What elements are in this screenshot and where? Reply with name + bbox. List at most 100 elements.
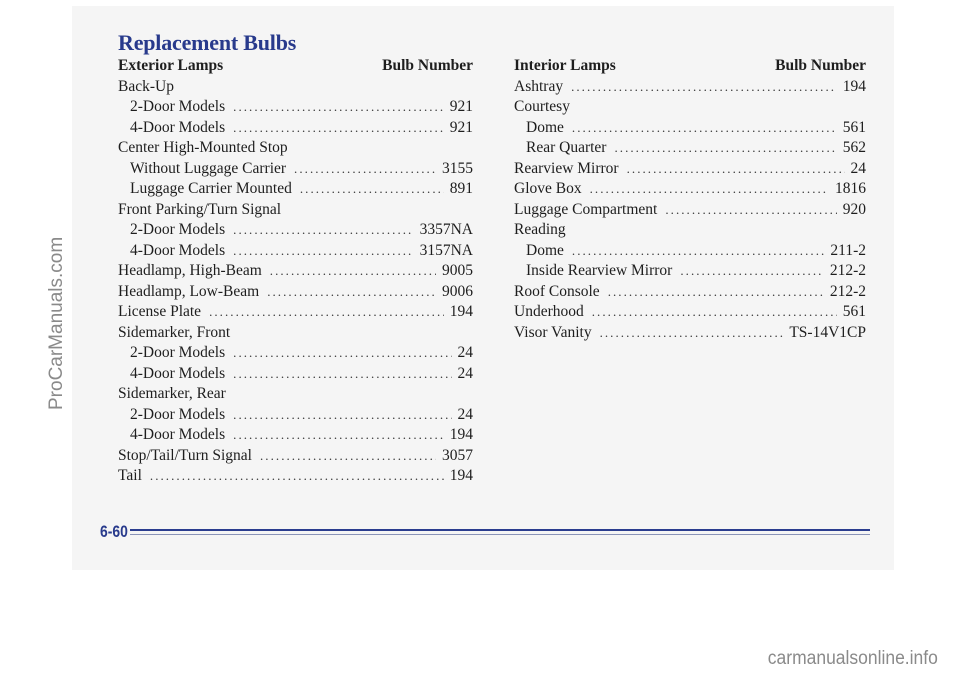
lamp-label: Ashtray [514,77,564,95]
dot-leader [627,159,845,180]
lamp-label: Luggage Compartment [514,200,658,218]
dot-leader [233,343,451,364]
table-row: Dome 211-2 [514,241,866,262]
lamp-label: Underhood [514,303,584,320]
exterior-bulb-number-heading: Bulb Number [382,57,473,74]
bulb-number: 194 [842,77,866,95]
table-row: Stop/Tail/Turn Signal 3057 [118,446,473,467]
lamp-label: Glove Box [514,180,582,197]
exterior-table-header: Exterior Lamps Bulb Number [118,56,473,77]
dot-leader [270,261,436,282]
bulb-number: 9005 [442,262,473,279]
table-row: 2-Door Models 24 [118,405,473,426]
bulb-number: TS-14V1CP [789,323,866,341]
lamp-label: Stop/Tail/Turn Signal [118,446,252,464]
footer-rule [130,527,870,537]
table-row: 2-Door Models 3357NA [118,220,473,241]
table-row: Roof Console 212-2 [514,282,866,303]
table-row: Inside Rearview Mirror 212-2 [514,261,866,282]
exterior-heading: Exterior Lamps [118,57,224,74]
lamp-label: 2-Door Models [130,405,226,423]
dot-leader [233,425,444,446]
dot-leader [233,364,451,385]
table-row: Headlamp, High-Beam 9005 [118,261,473,282]
bulb-number: 212-2 [829,282,866,300]
bulb-number: 3357NA [419,221,473,238]
bulb-number: 24 [457,405,474,423]
dot-leader [233,405,451,426]
bulb-number: 921 [449,118,473,136]
table-row: Rearview Mirror 24 [514,159,866,180]
group-heading-row: Back-Up [118,77,473,98]
watermark-left: ProCarManuals.com [46,236,67,410]
lamp-label: 4-Door Models [130,118,226,136]
lamp-label: Reading [514,221,566,238]
table-row: 2-Door Models 24 [118,343,473,364]
table-row: 4-Door Models 24 [118,364,473,385]
dot-leader [233,97,444,118]
bulb-number: 194 [449,303,473,320]
bulb-number: 920 [842,200,866,218]
lamp-label: 4-Door Models [130,241,226,259]
lamp-label: Dome [526,118,564,136]
dot-leader [665,200,836,221]
interior-rows: Ashtray 194 Courtesy Dome 561 Rear Quarter 562… [514,77,866,344]
table-row: 4-Door Models 921 [118,118,473,139]
bulb-number: 211-2 [830,241,866,259]
lamp-label: 4-Door Models [130,364,226,382]
dot-leader [572,241,825,262]
dot-leader [680,261,823,282]
lamp-label: Rear Quarter [526,139,607,156]
dot-leader [592,302,837,323]
bulb-number: 3157NA [419,241,473,259]
table-row: Headlamp, Low-Beam 9006 [118,282,473,303]
bulb-number: 9006 [442,282,473,300]
bulb-number: 561 [842,303,866,320]
dot-leader [608,282,824,303]
lamp-label: Luggage Carrier Mounted [130,180,292,197]
lamp-label: Inside Rearview Mirror [526,262,673,279]
dot-leader [300,179,444,200]
group-heading-row: Sidemarker, Front [118,323,473,344]
dot-leader [233,241,413,262]
dot-leader [294,159,436,180]
dot-leader [150,466,444,487]
interior-heading: Interior Lamps [514,57,616,74]
dot-leader [267,282,436,303]
table-row: Without Luggage Carrier 3155 [118,159,473,180]
bulb-number: 891 [449,180,473,197]
page-footer: 6-60 [100,522,870,542]
group-heading-row: Reading [514,220,866,241]
interior-table-header: Interior Lamps Bulb Number [514,56,866,77]
exterior-lamps-table: Exterior Lamps Bulb Number Back-Up 2-Door… [118,56,473,487]
lamp-label: Sidemarker, Rear [118,385,226,402]
table-row: 4-Door Models 3157NA [118,241,473,262]
dot-leader [233,220,413,241]
group-heading-row: Sidemarker, Rear [118,384,473,405]
table-row: Rear Quarter 562 [514,138,866,159]
lamp-label: License Plate [118,303,202,320]
bulb-number: 1816 [835,180,866,197]
bulb-number: 3155 [442,159,473,177]
bulb-number: 24 [457,344,474,361]
table-row: 4-Door Models 194 [118,425,473,446]
bulb-number: 561 [842,118,866,136]
footer-rule-bottom [130,534,870,535]
group-heading-row: Front Parking/Turn Signal [118,200,473,221]
lamp-label: Roof Console [514,282,600,300]
dot-leader [233,118,444,139]
lamp-label: Courtesy [514,98,570,115]
footer-rule-top [130,529,870,531]
table-row: Luggage Carrier Mounted 891 [118,179,473,200]
lamp-label: Without Luggage Carrier [130,159,287,177]
dot-leader [571,77,837,98]
interior-lamps-table: Interior Lamps Bulb Number Ashtray 194 Cou… [514,56,866,343]
table-row: 2-Door Models 921 [118,97,473,118]
table-row: Visor Vanity TS-14V1CP [514,323,866,344]
lamp-label: Front Parking/Turn Signal [118,200,282,218]
group-heading-row: Center High-Mounted Stop [118,138,473,159]
bulb-number: 194 [449,426,473,443]
lamp-label: Headlamp, Low-Beam [118,282,260,300]
lamp-label: Back-Up [118,77,174,95]
group-heading-row: Courtesy [514,97,866,118]
